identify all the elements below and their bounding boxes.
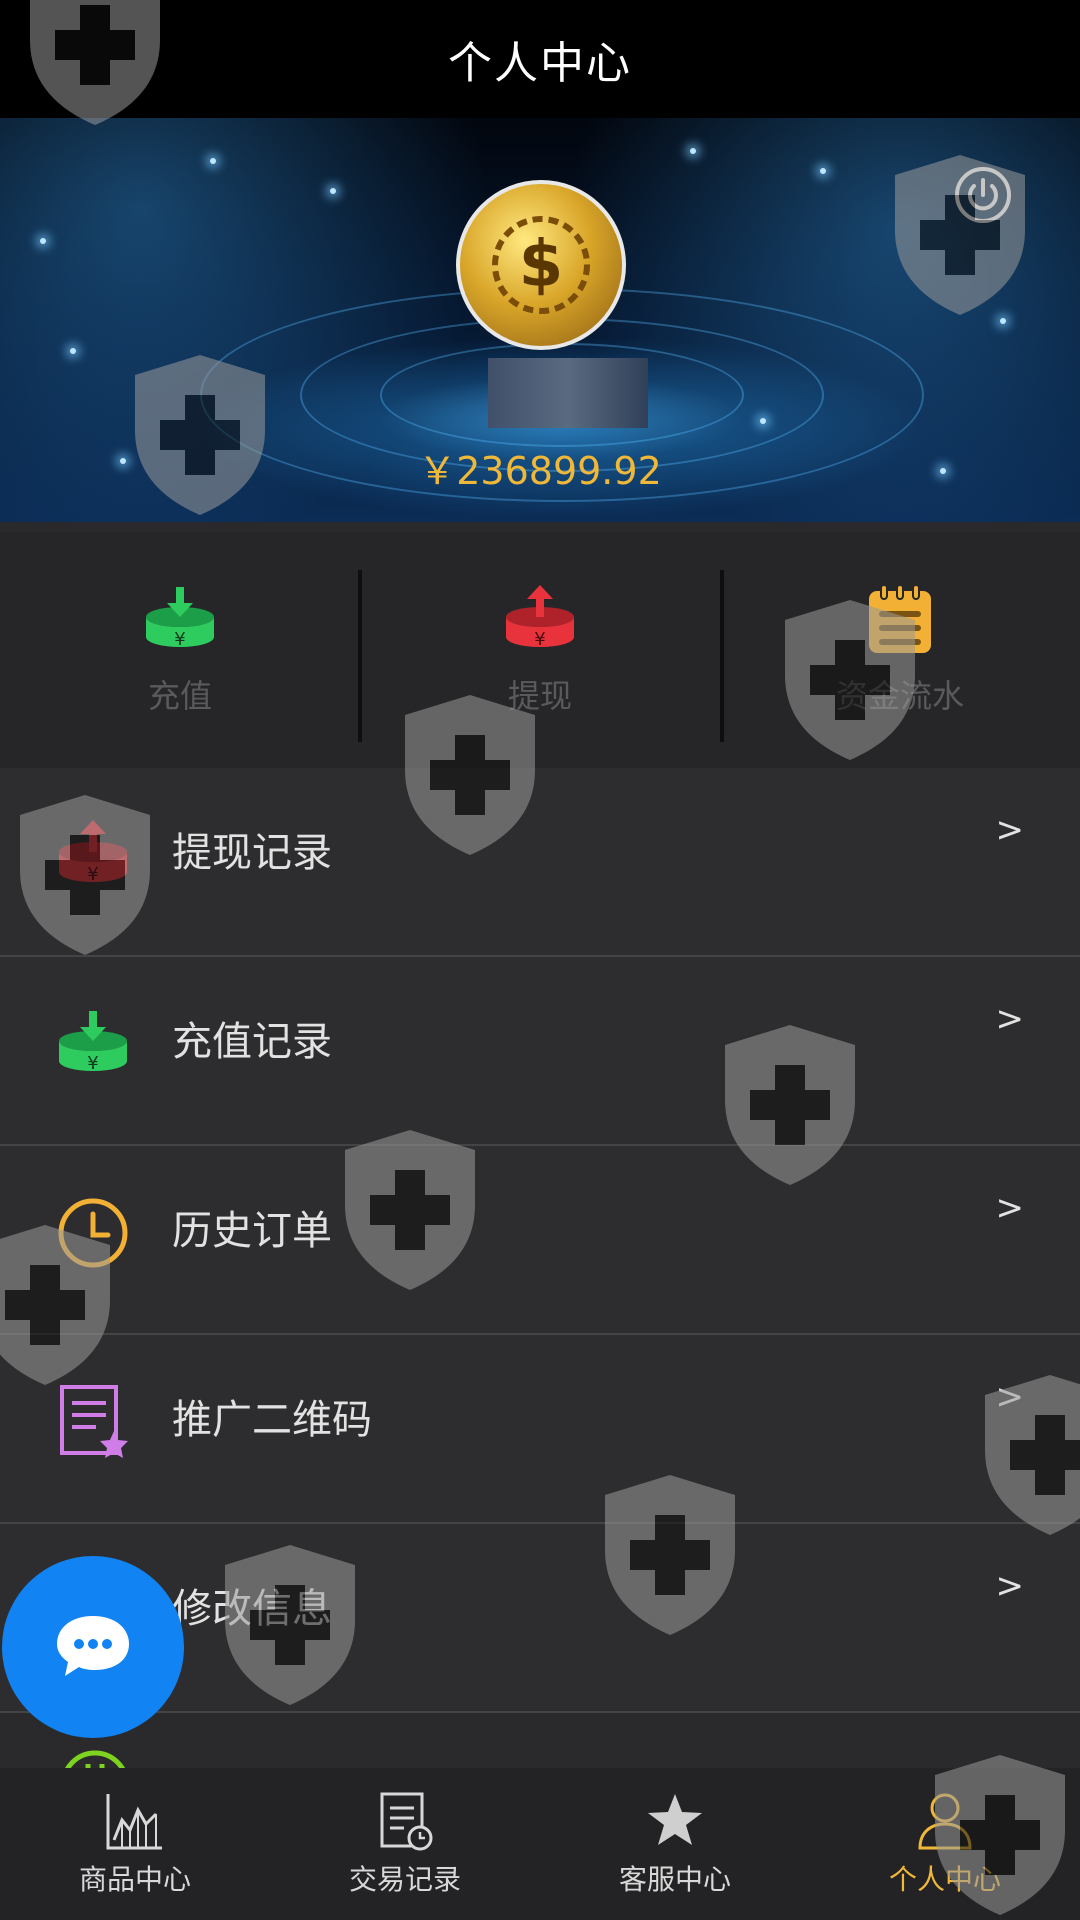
menu-item-history-orders[interactable]: 历史订单 >	[0, 1146, 1080, 1335]
svg-text:¥: ¥	[174, 629, 185, 650]
chevron-right-icon: >	[995, 1377, 1025, 1417]
svg-text:¥: ¥	[87, 864, 98, 885]
deposit-button[interactable]: ¥ 充值	[0, 532, 360, 768]
deposit-label: 充值	[147, 677, 212, 715]
qr-promo-icon	[60, 1385, 128, 1458]
clock-icon	[58, 1198, 128, 1268]
power-icon[interactable]	[954, 166, 1012, 224]
avatar[interactable]: $	[456, 180, 626, 350]
menu-item-label: 历史订单	[172, 1208, 332, 1254]
withdraw-label: 提现	[507, 677, 572, 715]
menu-item-promo-qr[interactable]: 推广二维码 >	[0, 1335, 1080, 1524]
deposit-icon: ¥	[146, 587, 214, 650]
withdraw-record-icon: ¥	[59, 820, 127, 885]
withdraw-button[interactable]: ¥ 提现	[360, 532, 720, 768]
chat-button[interactable]	[2, 1556, 184, 1738]
top-bar: 个人中心	[0, 0, 1080, 118]
withdraw-icon: ¥	[506, 585, 574, 650]
bottom-nav: 商品中心 交易记录 客服中心 个人中心	[0, 1768, 1080, 1920]
nav-label: 客服中心	[618, 1863, 731, 1896]
svg-text:¥: ¥	[87, 1053, 98, 1074]
chart-icon	[106, 1794, 162, 1850]
nav-item-support[interactable]: 客服中心	[540, 1768, 810, 1920]
menu-item-label: 充值记录	[172, 1019, 332, 1065]
username-redacted	[488, 358, 648, 428]
deposit-record-icon: ¥	[59, 1011, 127, 1074]
chevron-right-icon: >	[995, 1188, 1025, 1228]
nav-item-transactions[interactable]: 交易记录	[270, 1768, 540, 1920]
chat-bubble-icon	[57, 1616, 129, 1676]
nav-item-profile[interactable]: 个人中心	[810, 1768, 1080, 1920]
chevron-right-icon: >	[995, 999, 1025, 1039]
balance-amount: ￥236899.92	[418, 449, 662, 493]
ledger-icon	[869, 584, 931, 653]
star-decoration	[210, 158, 216, 164]
menu-list: ¥ 提现记录 > ¥ 充值记录 > 历史订单 > 推广二维码 > 修改信息 >	[0, 768, 1080, 1713]
star-decoration	[330, 188, 336, 194]
nav-label: 商品中心	[78, 1863, 191, 1896]
menu-item-label: 修改信息	[172, 1586, 332, 1632]
menu-item-label: 提现记录	[172, 830, 332, 876]
star-decoration	[40, 238, 46, 244]
menu-item-deposit-record[interactable]: ¥ 充值记录 >	[0, 957, 1080, 1146]
star-icon	[648, 1794, 702, 1845]
menu-item-label: 推广二维码	[172, 1397, 372, 1443]
star-decoration	[1000, 318, 1006, 324]
fund-flow-button[interactable]: 资金流水	[720, 532, 1080, 768]
fund-flow-label: 资金流水	[835, 677, 964, 715]
nav-item-products[interactable]: 商品中心	[0, 1768, 270, 1920]
svg-text:$: $	[519, 228, 564, 302]
person-icon	[918, 1793, 972, 1850]
star-decoration	[820, 168, 826, 174]
receipt-icon	[380, 1792, 433, 1851]
profile-banner: $ ￥236899.92	[0, 118, 1080, 522]
chevron-right-icon: >	[995, 810, 1025, 850]
quick-actions: ¥ 充值 ¥ 提现 资金流水	[0, 532, 1080, 768]
star-decoration	[70, 348, 76, 354]
menu-item-withdraw-record[interactable]: ¥ 提现记录 >	[0, 768, 1080, 957]
chevron-right-icon: >	[995, 1566, 1025, 1606]
star-decoration	[760, 418, 766, 424]
star-decoration	[690, 148, 696, 154]
svg-text:¥: ¥	[534, 629, 545, 650]
nav-label: 交易记录	[348, 1863, 461, 1896]
coin-gears-icon: $	[492, 216, 590, 314]
page-title: 个人中心	[448, 38, 632, 89]
nav-label: 个人中心	[888, 1863, 1001, 1896]
